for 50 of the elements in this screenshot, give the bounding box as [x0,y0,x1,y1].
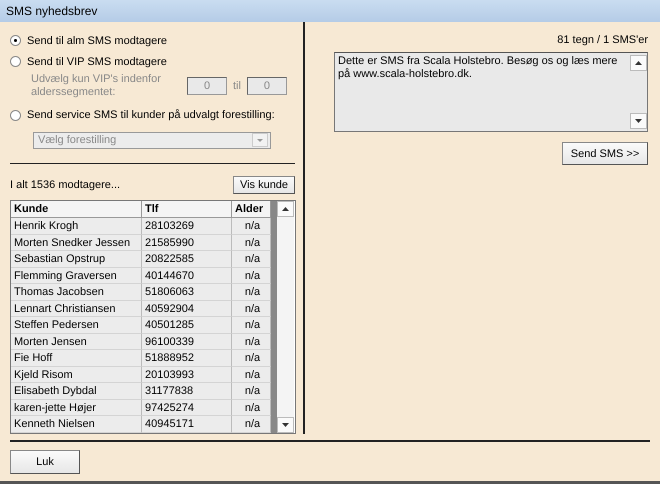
table-cell: 40501285 [142,317,232,334]
table-cell: Morten Snedker Jessen [11,234,142,252]
radio-label: Send til VIP SMS modtagere [27,56,167,68]
table-cell: Flemming Graversen [11,268,142,284]
table-cell: 51888952 [142,350,232,367]
table-cell: Lennart Christiansen [11,300,142,318]
table-cell: Steffen Pedersen [11,317,142,334]
send-sms-button[interactable]: Send SMS >> [562,142,648,165]
table-cell: 40592904 [142,300,232,318]
table-cell: Henrik Krogh [11,218,142,235]
scroll-up-icon[interactable] [630,55,647,71]
table-cell: 28103269 [142,218,232,235]
table-cell: 40945171 [142,416,232,433]
column-header[interactable]: Alder [232,201,271,218]
table-cell: 21585990 [142,234,232,252]
recipient-count: I alt 1536 modtagere... [10,179,120,192]
separator-label: til [233,80,241,92]
table-cell: Kenneth Nielsen [11,416,142,433]
table-cell: Fie Hoff [11,350,142,367]
radio-button[interactable] [10,56,21,68]
column-header[interactable]: Tlf [142,201,232,218]
table-cell: 51806063 [142,284,232,301]
table-cell: 20822585 [142,251,232,268]
table-cell: 20103993 [142,366,232,384]
table-cell: Elisabeth Dybdal [11,383,142,400]
scroll-up-icon[interactable] [277,201,294,218]
table-cell: 97425274 [142,400,232,416]
table-cell: 31177838 [142,383,232,400]
column-header[interactable]: Kunde [11,201,142,218]
table-cell: Kjeld Risom [11,366,142,384]
radio-button[interactable] [10,110,21,121]
caret-icon [252,133,268,148]
scroll-down-icon[interactable] [630,113,647,129]
radio-button[interactable] [10,35,21,46]
show-customer-button[interactable]: Vis kunde [233,176,295,194]
table-cell: Thomas Jacobsen [11,284,142,301]
window-title: SMS nyhedsbrev [0,0,660,22]
message-field[interactable]: Dette er SMS fra Scala Holstebro. Besøg os og læs mere på www.scala-holstebro.dk. [334,52,648,132]
table-cell: 40144670 [142,268,232,284]
radio-label: Send service SMS til kunder på udvalgt forestilling: [27,109,275,122]
table-cell: 96100339 [142,334,232,350]
table-cell: karen-jette Højer [11,400,142,416]
table-cell: Morten Jensen [11,334,142,350]
character-counter: 81 tegn / 1 SMS'er [557,34,648,46]
radio-label: Send til alm SMS modtagere [27,34,168,47]
scrollbar[interactable] [277,201,294,433]
table-cell: Sebastian Opstrup [11,251,142,268]
close-button[interactable]: Luk [10,450,80,474]
age-filter-label: Udvælg kun VIP's indenfor alderssegmentet: [31,72,162,99]
scroll-down-icon[interactable] [277,416,294,433]
